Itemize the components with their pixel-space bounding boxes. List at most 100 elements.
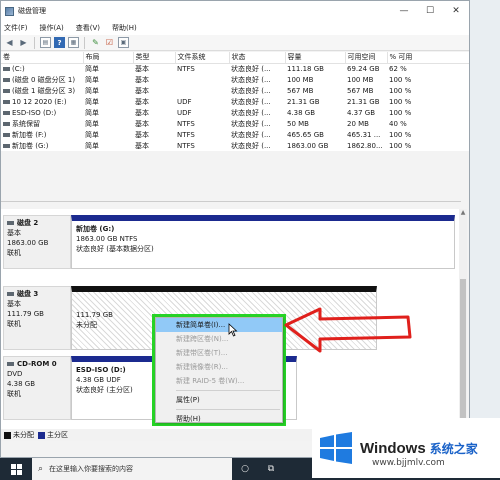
cell-type: 基本 bbox=[135, 130, 149, 139]
console-tree-icon[interactable]: ▤ bbox=[40, 37, 51, 48]
column-volume[interactable]: 卷 bbox=[1, 52, 84, 64]
properties-icon[interactable]: ▦ bbox=[68, 37, 79, 48]
column-status[interactable]: 状态 bbox=[229, 52, 286, 64]
table-row[interactable]: ESD-ISO (D:) 简单 基本 UDF 状态良好 (... 4.38 GB… bbox=[1, 107, 469, 118]
windows-logo-icon bbox=[10, 463, 22, 475]
volume-icon bbox=[3, 88, 10, 93]
menu-item-new-raid5-volume[interactable]: 新建 RAID-5 卷(W)... bbox=[156, 374, 282, 388]
task-view-icon[interactable]: ⧉ bbox=[258, 458, 284, 480]
close-button[interactable]: ✕ bbox=[443, 1, 469, 21]
volume-icon bbox=[3, 110, 10, 115]
column-type[interactable]: 类型 bbox=[133, 52, 176, 64]
watermark-brand: Windows bbox=[360, 439, 426, 457]
column-layout[interactable]: 布局 bbox=[83, 52, 134, 64]
menu-item-new-mirrored-volume[interactable]: 新建镜像卷(R)... bbox=[156, 360, 282, 374]
cortana-icon[interactable]: ○ bbox=[232, 458, 258, 480]
cell-type: 基本 bbox=[135, 75, 149, 84]
volume-icon bbox=[3, 121, 10, 126]
legend-item: 未分配 bbox=[4, 430, 34, 440]
start-button[interactable] bbox=[0, 458, 32, 480]
table-row[interactable]: 新加卷 (G:) 简单 基本 NTFS 状态良好 (... 1863.00 GB… bbox=[1, 140, 469, 151]
toolbar-divider bbox=[34, 36, 35, 49]
table-row[interactable]: 10 12 2020 (E:) 简单 基本 UDF 状态良好 (... 21.3… bbox=[1, 96, 469, 107]
volume-icon bbox=[3, 99, 10, 104]
scrollbar-thumb[interactable] bbox=[460, 279, 466, 419]
cell-free-space: 567 MB bbox=[347, 86, 374, 95]
title-bar[interactable]: 磁盘管理 — ☐ ✕ bbox=[1, 1, 469, 21]
menu-view[interactable]: 查看(V) bbox=[76, 23, 100, 33]
column-filesystem[interactable]: 文件系统 bbox=[175, 52, 230, 64]
column-free-space[interactable]: 可用空间 bbox=[345, 52, 388, 64]
pane-splitter[interactable] bbox=[1, 201, 461, 202]
cell-status: 状态良好 (... bbox=[231, 119, 271, 128]
context-menu: 新建简单卷(I)... 新建跨区卷(N)... 新建带区卷(T)... 新建镜像… bbox=[155, 317, 283, 423]
settings-icon[interactable]: ▣ bbox=[118, 37, 129, 48]
cell-free-space: 100 MB bbox=[347, 75, 374, 84]
legend-swatch bbox=[38, 431, 45, 439]
disk-icon bbox=[7, 292, 14, 296]
disk-name: CD-ROM 0 bbox=[17, 360, 57, 368]
cell-percent-free: 100 % bbox=[389, 97, 412, 106]
cell-layout: 简单 bbox=[85, 64, 99, 73]
cell-percent-free: 100 % bbox=[389, 75, 412, 84]
back-arrow-icon[interactable]: ◀ bbox=[4, 37, 15, 48]
partition-info: 1863.00 GB NTFS bbox=[76, 235, 138, 243]
minimize-button[interactable]: — bbox=[391, 1, 417, 21]
cell-volume: 系统保留 bbox=[1, 118, 83, 129]
table-row[interactable]: (磁盘 0 磁盘分区 1) 简单 基本 状态良好 (... 100 MB 100… bbox=[1, 74, 469, 85]
disk-size: 111.79 GB bbox=[7, 310, 44, 318]
disk-info[interactable]: 磁盘 2 基本 1863.00 GB 联机 bbox=[3, 215, 71, 269]
cdrom-icon bbox=[7, 362, 14, 366]
cell-type: 基本 bbox=[135, 141, 149, 150]
column-capacity[interactable]: 容量 bbox=[285, 52, 346, 64]
cell-volume: 新加卷 (G:) bbox=[1, 140, 83, 151]
table-row[interactable]: (C:) 简单 基本 NTFS 状态良好 (... 111.18 GB 69.2… bbox=[1, 63, 469, 74]
table-row[interactable]: 系统保留 简单 基本 NTFS 状态良好 (... 50 MB 20 MB 40… bbox=[1, 118, 469, 129]
disk-check-icon[interactable]: ☑ bbox=[104, 37, 115, 48]
menu-item-new-simple-volume[interactable]: 新建简单卷(I)... bbox=[156, 318, 282, 332]
menu-item-new-striped-volume[interactable]: 新建带区卷(T)... bbox=[156, 346, 282, 360]
menu-item-help[interactable]: 帮助(H) bbox=[156, 412, 282, 426]
disk-info[interactable]: CD-ROM 0 DVD 4.38 GB 联机 bbox=[3, 356, 71, 420]
disk-status: 联机 bbox=[7, 390, 21, 398]
cell-volume: 10 12 2020 (E:) bbox=[1, 96, 83, 107]
forward-arrow-icon[interactable]: ▶ bbox=[18, 37, 29, 48]
menu-action[interactable]: 操作(A) bbox=[40, 23, 64, 33]
annotation-arrow-icon bbox=[284, 307, 412, 353]
disk-status: 联机 bbox=[7, 320, 21, 328]
search-placeholder: 在这里输入你要搜索的内容 bbox=[49, 465, 134, 473]
cell-volume: (磁盘 0 磁盘分区 1) bbox=[1, 74, 83, 85]
cell-status: 状态良好 (... bbox=[231, 64, 271, 73]
watermark: Windows 系统之家 www.bjjmlv.com bbox=[312, 418, 500, 478]
disk-name: 磁盘 3 bbox=[17, 290, 39, 298]
table-row[interactable]: (磁盘 1 磁盘分区 3) 简单 基本 状态良好 (... 567 MB 567… bbox=[1, 85, 469, 96]
connect-icon[interactable]: ✎ bbox=[90, 37, 101, 48]
help-icon[interactable]: ? bbox=[54, 37, 65, 48]
cell-filesystem: NTFS bbox=[177, 119, 195, 128]
menu-item-new-spanned-volume[interactable]: 新建跨区卷(N)... bbox=[156, 332, 282, 346]
table-row[interactable]: 新加卷 (F:) 简单 基本 NTFS 状态良好 (... 465.65 GB … bbox=[1, 129, 469, 140]
maximize-button[interactable]: ☐ bbox=[417, 1, 443, 21]
scroll-up-icon[interactable]: ▲ bbox=[459, 209, 467, 217]
menu-file[interactable]: 文件(F) bbox=[4, 23, 28, 33]
search-icon: ⌕ bbox=[38, 464, 44, 474]
cell-type: 基本 bbox=[135, 64, 149, 73]
volume-list: 卷 布局 类型 文件系统 状态 容量 可用空间 % 可用 (C:) 简单 基本 … bbox=[1, 52, 469, 151]
cell-layout: 简单 bbox=[85, 119, 99, 128]
cell-capacity: 465.65 GB bbox=[287, 130, 324, 139]
cell-capacity: 100 MB bbox=[287, 75, 314, 84]
cell-layout: 简单 bbox=[85, 86, 99, 95]
cell-volume: (C:) bbox=[1, 63, 83, 74]
menu-help[interactable]: 帮助(H) bbox=[112, 23, 137, 33]
disk-status: 联机 bbox=[7, 249, 21, 257]
vertical-scrollbar[interactable]: ▲ bbox=[459, 209, 467, 429]
cell-type: 基本 bbox=[135, 86, 149, 95]
taskbar-search[interactable]: ⌕ 在这里输入你要搜索的内容 bbox=[32, 458, 232, 480]
cell-volume: ESD-ISO (D:) bbox=[1, 107, 83, 118]
partition-block[interactable]: 新加卷 (G:) 1863.00 GB NTFS 状态良好 (基本数据分区) bbox=[71, 215, 455, 269]
disk-info[interactable]: 磁盘 3 基本 111.79 GB 联机 bbox=[3, 286, 71, 350]
cell-filesystem bbox=[175, 74, 229, 85]
menu-item-properties[interactable]: 属性(P) bbox=[156, 393, 282, 407]
disk-type: 基本 bbox=[7, 229, 21, 237]
column-percent-free[interactable]: % 可用 bbox=[387, 52, 469, 64]
